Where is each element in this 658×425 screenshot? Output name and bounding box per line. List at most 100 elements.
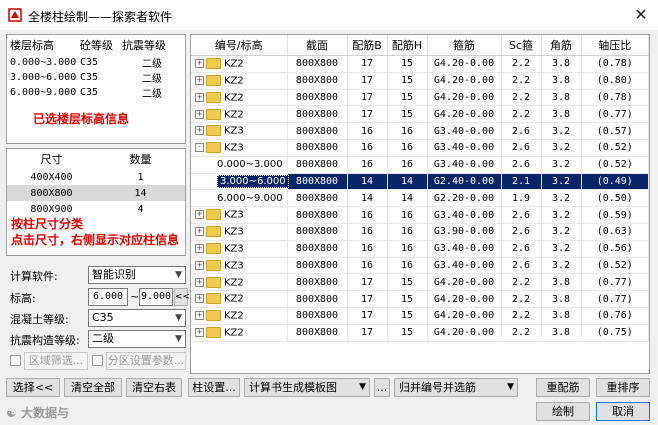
concrete-grade-select[interactable]: C35 ▼ (88, 309, 186, 327)
column-id: KZ2 (224, 293, 244, 305)
watermark-text: 大数据与 (20, 406, 69, 420)
grid-row[interactable]: + KZ2 800X800 17 15 G4.20-0.00 2.2 3.8 (0.77) (191, 290, 649, 308)
expand-icon[interactable]: + (195, 311, 204, 321)
level-row[interactable]: 3.000~6.000 C35 二级 (7, 70, 185, 85)
expand-icon[interactable]: + (195, 109, 204, 119)
grid-cell-axial: (0.49) (581, 173, 649, 191)
cancel-button[interactable]: 取消 (596, 402, 650, 421)
elevation-pick-button[interactable]: << (174, 288, 190, 306)
grid-row[interactable]: - KZ3 800X800 16 16 G3.40-0.00 2.6 3.2 (0.52) (191, 139, 649, 157)
expand-icon[interactable]: + (195, 227, 204, 237)
grid-cell-axial: (0.76) (581, 307, 649, 325)
size-value: 800X800 (7, 185, 96, 201)
expand-icon[interactable]: + (195, 75, 204, 85)
grid-row[interactable]: + KZ3 800X800 16 16 G3.40-0.00 2.6 3.2 (0.57) (191, 122, 649, 140)
folder-icon (206, 58, 221, 70)
seismic-grade-select[interactable]: 二级 ▼ (88, 330, 186, 348)
merge-combo-value: 归并编号并选筋 (399, 381, 476, 394)
level-row[interactable]: 0.000~3.000 C35 二级 (7, 55, 185, 70)
grid-row[interactable]: + KZ3 800X800 16 16 G3.90-0.00 2.6 3.2 (0.63) (191, 223, 649, 241)
re-sort-button[interactable]: 重排序 (596, 378, 650, 397)
grid-cell-name: + KZ2 (191, 307, 288, 325)
clear-right-button[interactable]: 清空右表 (126, 378, 182, 397)
grid-row[interactable]: + KZ2 800X800 17 15 G4.20-0.00 2.2 3.8 (0.77) (191, 105, 649, 124)
collapse-icon[interactable]: - (195, 143, 204, 153)
grid-cell-stirrup: G4.20-0.00 (427, 89, 502, 107)
region-filter-button[interactable]: 区域筛选... (24, 352, 88, 370)
zone-param-checkbox[interactable] (92, 355, 103, 366)
grid-cell-rebar-h: 15 (387, 290, 428, 308)
grid-row[interactable]: + KZ2 800X800 17 15 G4.20-0.00 2.2 3.8 (0.77) (191, 273, 649, 292)
grid-cell-sc: 2.2 (501, 105, 542, 124)
select-button[interactable]: 选择<< (6, 378, 60, 397)
grid-row[interactable]: + KZ3 800X800 16 16 G3.40-0.00 2.6 3.2 (0.59) (191, 206, 649, 224)
grid-cell-rebar-h: 15 (387, 324, 428, 342)
size-row-selected[interactable]: 800X800 14 (7, 185, 185, 201)
template-combo[interactable]: 计算书生成模板图 ▼ (244, 378, 370, 397)
folder-icon (206, 326, 221, 338)
draw-button[interactable]: 绘制 (536, 402, 590, 421)
grid-row[interactable]: + KZ2 800X800 17 15 G4.20-0.00 2.2 3.8 (0.78) (191, 89, 649, 107)
expand-icon[interactable]: + (195, 59, 204, 69)
elevation-from-input[interactable]: 6.000 (88, 288, 128, 306)
grid-row[interactable]: + KZ3 800X800 16 16 G3.40-0.00 2.6 3.2 (0.52) (191, 257, 649, 275)
expand-icon[interactable]: + (195, 243, 204, 253)
header-section[interactable]: 截面 (287, 35, 348, 56)
zone-param-button[interactable]: 分区设置参数... (106, 352, 186, 370)
grid-cell-rebar-h: 15 (387, 55, 428, 73)
grid-cell-rebar-b: 16 (347, 223, 388, 241)
re-rebar-button[interactable]: 重配筋 (536, 378, 590, 397)
grid-row-selected[interactable]: 3.000~6.000 800X800 14 14 G2.40-0.00 2.1 3.2 (0… (191, 173, 649, 191)
more-options-button[interactable]: ... (374, 378, 390, 397)
column-settings-button[interactable]: 柱设置... (188, 378, 240, 397)
level-table: 楼层标高 砼等级 抗震等级 0.000~3.000 C35 二级 3.000~6… (7, 35, 185, 100)
header-corner-bar[interactable]: 角筋 (541, 35, 582, 56)
header-sc-stirrup[interactable]: Sc箍 (501, 35, 542, 56)
grid-cell-axial: (0.52) (581, 257, 649, 275)
dialog-window: 全楼柱绘制——探索者软件 ✕ 楼层标高 砼等级 抗震等级 0.000~3.000… (0, 0, 658, 425)
grid-cell-rebar-b: 14 (347, 189, 388, 208)
header-stirrup[interactable]: 箍筋 (427, 35, 502, 56)
merge-combo[interactable]: 归并编号并选筋 ▼ (394, 378, 518, 397)
chevron-down-icon: ▼ (175, 270, 182, 280)
grid-row[interactable]: 0.000~3.000 800X800 16 16 G3.40-0.00 2.6 3.2 (0… (191, 156, 649, 174)
header-rebar-b[interactable]: 配筋B (347, 35, 388, 56)
level-row[interactable]: 6.000~9.000 C35 二级 (7, 85, 185, 100)
grid-row[interactable]: + KZ2 800X800 17 15 G4.20-0.00 2.2 3.8 (0.75) (191, 324, 649, 342)
grid-row[interactable]: 6.000~9.000 800X800 14 14 G2.20-0.00 1.9 3.2 (0… (191, 189, 649, 208)
grid-cell-name: + KZ2 (191, 89, 288, 107)
expand-icon[interactable]: + (195, 260, 204, 270)
header-rebar-h[interactable]: 配筋H (387, 35, 428, 56)
expand-icon[interactable]: + (195, 210, 204, 220)
grid-cell-sc: 2.2 (501, 307, 542, 325)
elevation-to-input[interactable]: 9.000 (139, 288, 173, 306)
expand-icon[interactable]: + (195, 126, 204, 136)
header-seismic: 抗震等级 (122, 39, 166, 52)
header-axial-ratio[interactable]: 轴压比 (581, 35, 649, 56)
header-id-elev[interactable]: 编号/标高 (191, 35, 288, 56)
grid-cell-corner: 3.2 (541, 122, 582, 140)
level-elev: 6.000~9.000 (10, 87, 77, 98)
grid-row[interactable]: + KZ2 800X800 17 15 G4.20-0.00 2.2 3.8 (0.80) (191, 72, 649, 90)
grid-cell-section: 800X800 (287, 273, 348, 292)
grid-row[interactable]: + KZ2 800X800 17 15 G4.20-0.00 2.2 3.8 (0.76) (191, 307, 649, 325)
level-elev: 3.000~6.000 (10, 72, 77, 83)
expand-icon[interactable]: + (195, 277, 204, 287)
grid-cell-name: + KZ3 (191, 223, 288, 241)
calc-software-value: 智能识别 (92, 268, 136, 281)
expand-icon[interactable]: + (195, 294, 204, 304)
clear-all-button[interactable]: 清空全部 (64, 378, 122, 397)
grid-cell-sc: 2.6 (501, 257, 542, 275)
grid-cell-axial: (0.63) (581, 223, 649, 241)
close-icon[interactable]: ✕ (630, 4, 652, 26)
grid-row[interactable]: + KZ3 800X800 16 16 G3.40-0.00 2.6 3.2 (0.56) (191, 240, 649, 258)
expand-icon[interactable]: + (195, 327, 204, 337)
grid-row[interactable]: + KZ2 800X800 17 15 G4.20-0.00 2.2 3.8 (0.78) (191, 55, 649, 73)
grid-cell-rebar-h: 15 (387, 273, 428, 292)
size-row[interactable]: 400X400 1 (7, 169, 185, 185)
region-filter-checkbox[interactable] (10, 355, 21, 366)
expand-icon[interactable]: + (195, 92, 204, 102)
grid-cell-corner: 3.2 (541, 139, 582, 157)
grid-cell-sc: 2.6 (501, 240, 542, 258)
calc-software-select[interactable]: 智能识别 ▼ (88, 266, 186, 284)
